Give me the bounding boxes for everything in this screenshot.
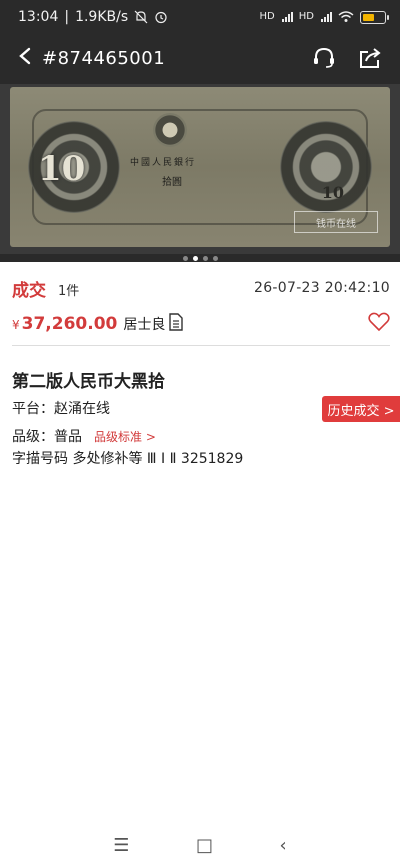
divider: [12, 345, 390, 346]
battery-icon: [360, 10, 389, 24]
signal-icon: [281, 12, 293, 22]
carousel-dot: [182, 255, 188, 261]
signal-hd-1: HD: [259, 11, 275, 22]
item-title: 第二版人民币大黑拾: [12, 372, 165, 392]
share-icon: [360, 48, 381, 68]
deal-time: 26-07-23 20:42:10: [254, 280, 390, 296]
page-title: #874465001: [42, 47, 166, 69]
nav-bar: #874465001: [0, 34, 400, 82]
history-deals-button[interactable]: 历史成交 >: [322, 396, 400, 422]
carousel-dot-active: [192, 255, 198, 261]
grade-row: 品级：普品 品级标准 >: [12, 426, 156, 446]
system-nav-bar: ☰ □ ‹: [0, 824, 400, 866]
signal-icon-2: [321, 12, 332, 22]
bank-name: 中國人民銀行: [130, 158, 197, 168]
carousel-dot: [212, 255, 218, 261]
document-icon[interactable]: [169, 313, 184, 335]
deal-row: 成交 1件 26-07-23 20:42:10: [12, 276, 390, 301]
status-bar: 13:04 | 1.9KB/s HD HD: [0, 0, 400, 34]
wifi-icon: [338, 11, 354, 22]
home-button[interactable]: □: [196, 835, 213, 856]
note-denomination: 10: [38, 149, 86, 189]
item-description: 字描号码 多处修补等 Ⅲ Ⅰ Ⅱ 3251829: [12, 451, 244, 467]
price-row: ¥37,260.00 居士良: [12, 310, 390, 338]
deal-status: 成交: [12, 280, 46, 301]
yuan-label: 拾圓: [162, 177, 182, 188]
share-button[interactable]: [358, 47, 382, 69]
price: ¥37,260.00: [12, 314, 118, 334]
status-speed: 1.9KB/s: [75, 9, 129, 25]
platform: 平台：赵涌在线: [12, 401, 110, 417]
national-emblem: [153, 113, 187, 147]
alarm-icon: [155, 11, 167, 24]
deal-count: 1件: [58, 284, 80, 299]
headset-icon: [314, 47, 334, 68]
header-area: 13:04 | 1.9KB/s HD HD #874465001 10 10 中…: [0, 0, 400, 262]
banknote-image: 10 10 中國人民銀行 拾圓 钱币在线: [10, 87, 390, 247]
mute-bell-icon: [134, 10, 148, 24]
system-back-button[interactable]: ‹: [280, 835, 287, 856]
carousel-dots: [0, 253, 400, 263]
image-carousel[interactable]: 10 10 中國人民銀行 拾圓 钱币在线: [0, 84, 400, 254]
menu-button[interactable]: ☰: [113, 835, 129, 856]
heart-icon: [368, 312, 390, 332]
signal-hd-2: HD: [298, 11, 314, 22]
note-small-denomination: 10: [321, 183, 344, 202]
carousel-dot: [202, 255, 208, 261]
watermark: 钱币在线: [294, 211, 378, 233]
seller-name[interactable]: 居士良: [123, 314, 165, 334]
back-icon: [19, 47, 31, 64]
back-button[interactable]: [18, 47, 38, 70]
grade-standard-link[interactable]: 品级标准 >: [94, 428, 156, 445]
customer-service-button[interactable]: [312, 47, 336, 69]
status-time: 13:04: [18, 9, 59, 25]
favorite-button[interactable]: [368, 312, 390, 336]
grade: 品级：普品: [12, 429, 82, 445]
